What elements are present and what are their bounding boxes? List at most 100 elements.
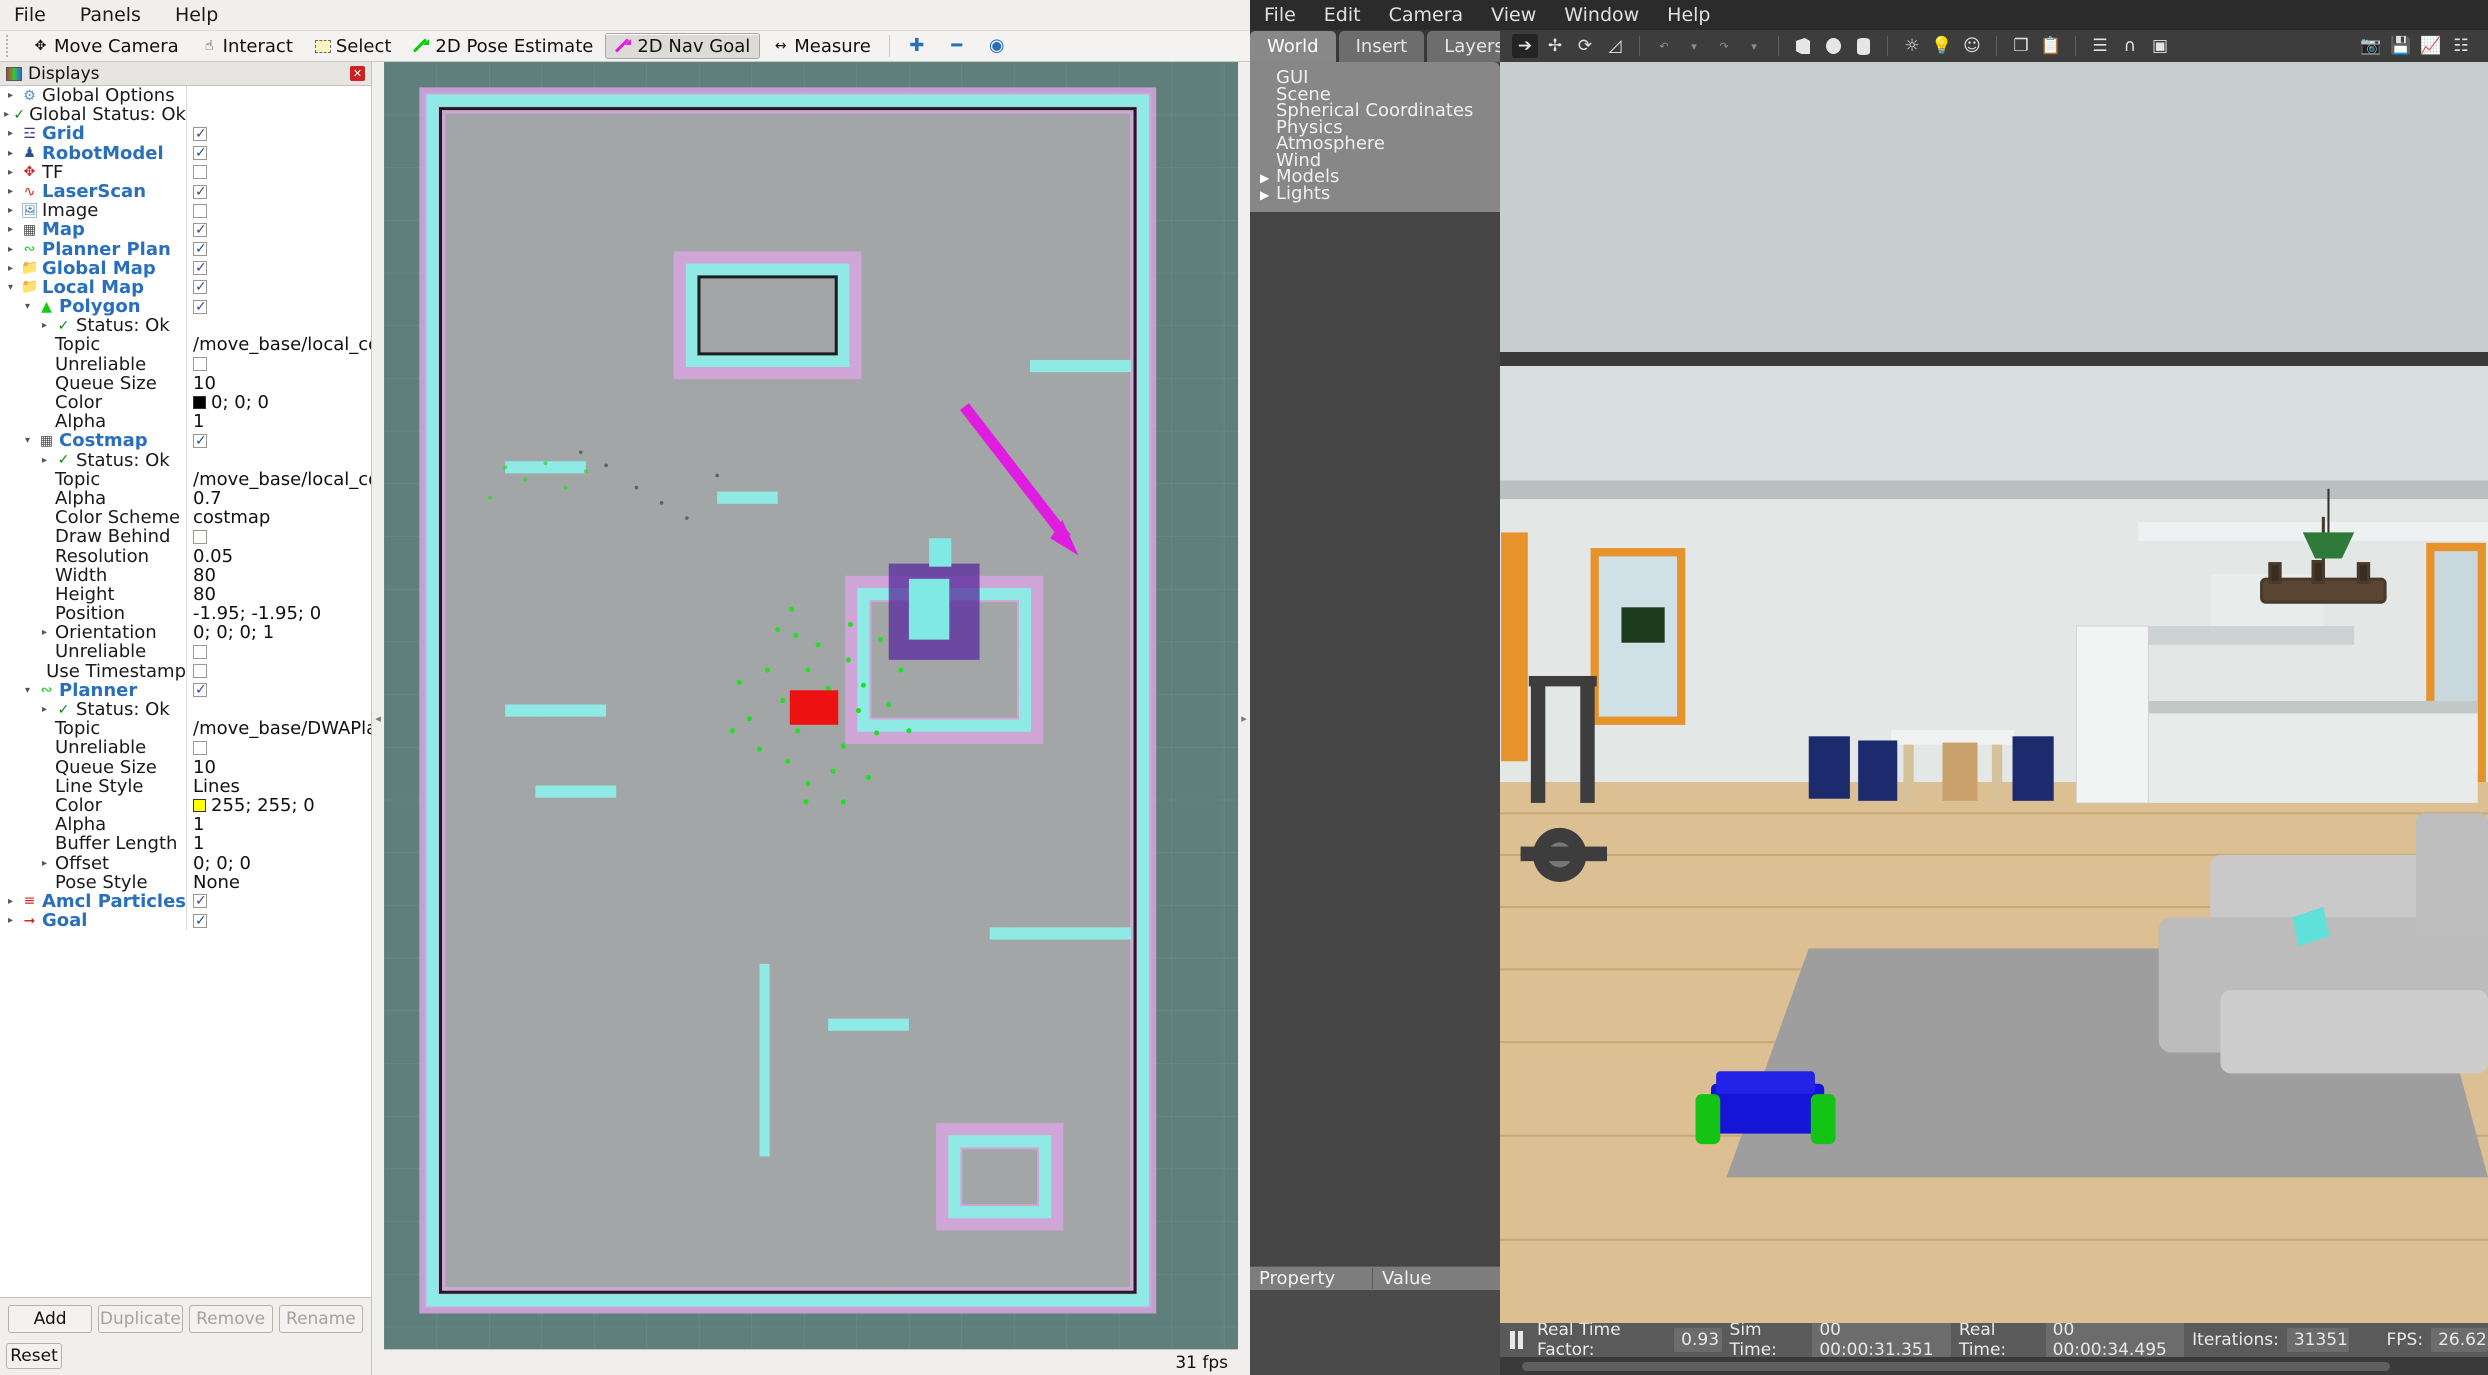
add-button[interactable]: Add [8, 1305, 93, 1333]
undo-icon[interactable]: ↶ [1651, 34, 1677, 58]
tree-row-value[interactable] [186, 450, 371, 470]
tree-row-value[interactable] [186, 105, 371, 125]
tree-row[interactable]: Color 0; 0; 0 [0, 393, 371, 412]
checkbox[interactable] [193, 645, 207, 660]
tree-row[interactable]: Topic/move_base/local_cost... [0, 469, 371, 489]
tree-row-value[interactable]: 80 [186, 565, 371, 585]
toolbar-grip[interactable] [6, 35, 14, 57]
topic-icon[interactable]: ☷ [2448, 34, 2474, 58]
tree-row[interactable]: ∾ Planner [0, 680, 371, 700]
chevron-right-icon[interactable] [4, 892, 17, 911]
chevron-right-icon[interactable]: ▶ [1260, 170, 1269, 187]
tree-row-value[interactable]: 255; 255; 0 [186, 795, 371, 816]
tree-row[interactable]: ∿ LaserScan [0, 181, 371, 201]
gazebo-viewport-divider[interactable] [1500, 352, 2488, 366]
tree-row[interactable]: ✓ Status: Ok [0, 700, 371, 719]
tree-row-value[interactable]: 0.7 [186, 488, 371, 509]
tree-row[interactable]: Resolution 0.05 [0, 546, 371, 566]
pause-icon[interactable] [1510, 1331, 1523, 1349]
tree-row-value[interactable] [186, 700, 371, 720]
tool-2d-pose-estimate[interactable]: 2D Pose Estimate [403, 33, 603, 59]
rviz-3d-view[interactable] [384, 62, 1238, 1349]
tree-row[interactable]: Offset 0; 0; 0 [0, 853, 371, 873]
view-angle-icon[interactable]: ▣ [2147, 34, 2173, 58]
tree-row-value[interactable] [186, 124, 371, 144]
tree-row[interactable]: Topic/move_base/local_cost... [0, 335, 371, 355]
sphere-icon[interactable] [1820, 34, 1846, 58]
close-icon[interactable]: ✕ [350, 66, 365, 81]
save-icon[interactable]: 💾 [2388, 34, 2414, 58]
chevron-right-icon[interactable] [38, 623, 51, 642]
point-light-icon[interactable]: ☼ [1899, 34, 1925, 58]
color-swatch[interactable] [193, 799, 206, 813]
checkbox[interactable] [193, 681, 207, 700]
tree-row[interactable]: Draw Behind [0, 527, 371, 547]
tree-row[interactable]: ✓ Status: Ok [0, 316, 371, 335]
chevron-right-icon[interactable] [38, 451, 51, 470]
gz-menu-camera[interactable]: Camera [1389, 4, 1464, 26]
tree-row[interactable]: Unreliable [0, 738, 371, 758]
tree-row[interactable]: Unreliable [0, 642, 371, 662]
tab-insert[interactable]: Insert [1338, 31, 1425, 62]
left-splitter[interactable]: ◂ [372, 62, 384, 1375]
tool-2d-nav-goal[interactable]: 2D Nav Goal [605, 33, 761, 59]
tree-row[interactable]: ∾ Planner Plan [0, 239, 371, 259]
chevron-right-icon[interactable] [4, 144, 17, 163]
checkbox[interactable] [193, 203, 207, 218]
tree-row-value[interactable] [186, 661, 371, 681]
tree-row-value[interactable]: None [186, 872, 371, 892]
tree-row[interactable]: Line Style Lines [0, 776, 371, 796]
chevron-right-icon[interactable] [4, 86, 17, 105]
tree-row-value[interactable]: Lines [186, 776, 371, 796]
duplicate-button[interactable]: Duplicate [98, 1305, 183, 1333]
tree-row-value[interactable] [186, 162, 371, 182]
remove-button[interactable]: Remove [188, 1305, 273, 1333]
cylinder-icon[interactable] [1850, 34, 1876, 58]
rename-button[interactable]: Rename [278, 1305, 363, 1333]
tool-select[interactable]: Select [305, 33, 402, 59]
chevron-right-icon[interactable] [4, 240, 17, 259]
checkbox[interactable] [193, 240, 207, 259]
tab-world[interactable]: World [1250, 31, 1336, 62]
tree-row-value[interactable]: 1 [186, 834, 371, 854]
color-swatch[interactable] [193, 396, 206, 410]
scale-icon[interactable]: ◿ [1602, 34, 1628, 58]
tree-row[interactable]: ✓ Status: Ok [0, 450, 371, 470]
checkbox[interactable] [193, 298, 207, 316]
tree-row[interactable]: ▦ Map [0, 220, 371, 240]
right-splitter[interactable]: ▸ [1238, 62, 1250, 1375]
tree-row-value[interactable] [186, 911, 371, 931]
tree-row[interactable]: Buffer Length 1 [0, 834, 371, 854]
tree-row-value[interactable] [186, 738, 371, 758]
tree-row-value[interactable]: 0; 0; 0 [186, 393, 371, 413]
tree-row[interactable]: Alpha 1 [0, 815, 371, 834]
tree-row-value[interactable]: 0.05 [186, 546, 371, 566]
property-table-body[interactable] [1250, 1290, 1500, 1375]
tree-row[interactable]: Queue Size 10 [0, 373, 371, 393]
tree-row-value[interactable] [186, 354, 371, 374]
box-icon[interactable] [1790, 34, 1816, 58]
chevron-down-icon[interactable] [21, 297, 34, 316]
tree-row-value[interactable]: -1.95; -1.95; 0 [186, 604, 371, 624]
redo-dropdown-icon[interactable]: ▾ [1741, 34, 1767, 58]
gz-menu-edit[interactable]: Edit [1324, 4, 1361, 26]
tool-view-eye[interactable]: ◉ [978, 33, 1016, 59]
chevron-right-icon[interactable] [4, 201, 17, 220]
tree-row-value[interactable]: /move_base/local_cost... [186, 469, 371, 489]
world-tree[interactable]: GUI Scene Spherical Coordinates Physics Atmo… [1250, 62, 1500, 212]
tree-row[interactable]: 📁Global Map [0, 258, 371, 278]
tree-row[interactable]: ➞ Goal [0, 911, 371, 930]
plot-icon[interactable]: 📈 [2418, 34, 2444, 58]
tree-row[interactable]: Queue Size 10 [0, 757, 371, 777]
checkbox[interactable] [193, 529, 207, 544]
tree-row-value[interactable] [186, 316, 371, 336]
chevron-right-icon[interactable] [4, 911, 17, 930]
chevron-right-icon[interactable]: ▶ [1260, 187, 1269, 204]
select-arrow-icon[interactable]: ➔ [1512, 34, 1538, 58]
tree-row[interactable]: Pose Style None [0, 872, 371, 892]
world-tree-item[interactable]: ▶ Lights [1250, 184, 1500, 204]
checkbox[interactable] [193, 221, 207, 240]
checkbox[interactable] [193, 912, 207, 930]
gz-menu-help[interactable]: Help [1667, 4, 1710, 26]
tree-row[interactable]: ≡ Amcl Particles [0, 891, 371, 911]
